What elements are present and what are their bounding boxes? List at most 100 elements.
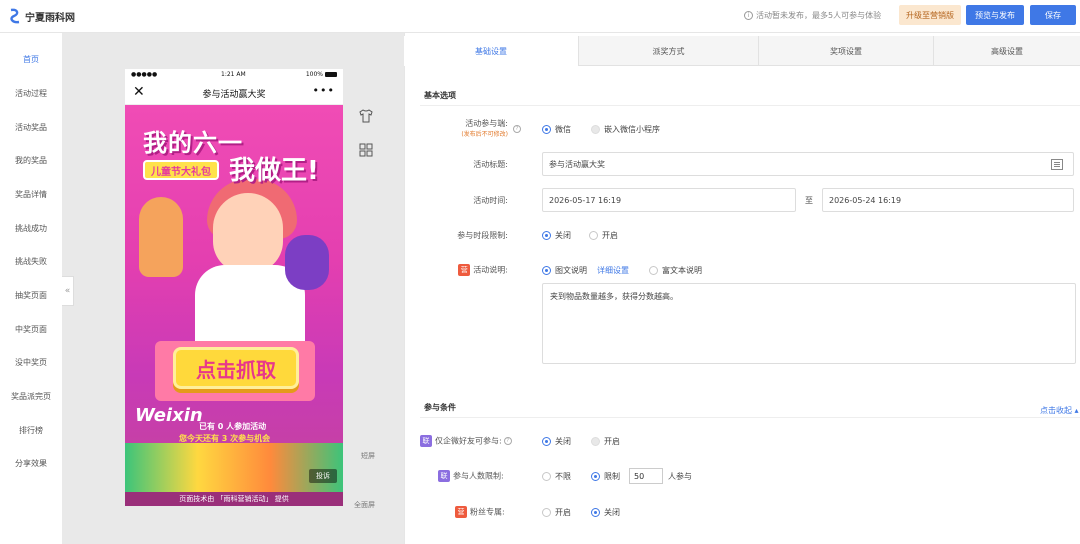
sidebar-item-process[interactable]: 活动过程 [0, 88, 62, 99]
participants-text: 已有 0 人参加活动 [199, 422, 267, 431]
time-separator: 至 [805, 196, 813, 205]
sidebar-item-fail[interactable]: 挑战失败 [0, 256, 62, 267]
title-input[interactable]: 参与活动赢大奖 [542, 152, 1074, 176]
tab-advanced[interactable]: 高级设置 [934, 36, 1080, 66]
full-screen-label[interactable]: 全面屏 [354, 500, 375, 510]
start-time-input[interactable]: 2026-05-17 16:19 [542, 188, 796, 212]
radio-on-icon [542, 125, 551, 134]
phone-page-title: 参与活动赢大奖 [202, 90, 266, 100]
sidebar-item-success[interactable]: 挑战成功 [0, 223, 62, 234]
period-on-text: 开启 [602, 231, 618, 240]
poster-headline-1: 我的六一 [143, 129, 243, 157]
sidebar-item-ranking[interactable]: 排行榜 [0, 425, 62, 436]
desc-textarea[interactable]: 夹到物品数量越多，获得分数越高。 [542, 283, 1076, 364]
more-icon[interactable]: ••• [313, 84, 335, 97]
help-icon[interactable]: ? [503, 437, 512, 445]
people-unit: 人参与 [668, 472, 692, 481]
divider [420, 417, 1080, 418]
people-unlimited-radio[interactable]: 不限 [542, 471, 571, 482]
fans-on-text: 开启 [555, 508, 571, 517]
top-bar: 宁夏雨科网 i 活动暂未发布，最多5人可参与体验 升级至营销版 预览与发布 保存 [0, 0, 1080, 33]
people-label: 联参与人数限制: [438, 470, 518, 482]
people-limit-radio[interactable]: 限制 [591, 471, 620, 482]
desc-opt2-text: 富文本说明 [662, 266, 702, 275]
phone-navbar: ✕ 参与活动赢大奖 ••• [125, 81, 343, 105]
upgrade-button[interactable]: 升级至营销版 [899, 5, 961, 25]
desc-graphic-radio[interactable]: 图文说明 [542, 265, 587, 276]
platform-opt1-text: 微信 [555, 125, 571, 134]
poster-bag [285, 235, 329, 290]
collapse-link[interactable]: 点击收起 ▴ [1040, 405, 1079, 416]
divider [420, 105, 1080, 106]
grab-button[interactable]: 点击抓取 [173, 347, 299, 389]
sidebar-collapse-button[interactable]: « [62, 276, 74, 306]
radio-off-icon [542, 472, 551, 481]
save-button[interactable]: 保存 [1030, 5, 1076, 25]
radio-off-icon [542, 508, 551, 517]
tab-prize-settings[interactable]: 奖项设置 [759, 36, 934, 66]
platform-label-text: 活动参与端: [465, 119, 508, 128]
logo: 宁夏雨科网 [8, 8, 75, 24]
signal-dots: ●●●●● [131, 71, 158, 78]
poster-gift-badge: 儿童节大礼包 [143, 160, 219, 180]
fans-on-radio[interactable]: 开启 [542, 507, 571, 518]
lian-tag: 联 [438, 470, 450, 482]
radio-on-icon [591, 508, 600, 517]
sidebar-item-prizes[interactable]: 活动奖品 [0, 122, 62, 133]
phone-preview: ●●●●● 1:21 AM 100% ✕ 参与活动赢大奖 ••• 我的六一 我做… [125, 69, 343, 506]
period-on-radio[interactable]: 开启 [589, 230, 618, 241]
detail-settings-link[interactable]: 详细设置 [597, 265, 629, 276]
qrcode-icon[interactable] [358, 142, 374, 158]
period-off-radio[interactable]: 关闭 [542, 230, 571, 241]
sidebar-item-my-prizes[interactable]: 我的奖品 [0, 155, 62, 166]
people-limit-input[interactable]: 50 [629, 468, 663, 484]
sidebar-item-sold-out[interactable]: 奖品派完页 [0, 391, 62, 402]
desc-label: 营活动说明: [430, 264, 508, 276]
wecom-off-radio[interactable]: 关闭 [542, 436, 571, 447]
complain-button[interactable]: 投诉 [309, 469, 337, 483]
fans-off-radio[interactable]: 关闭 [591, 507, 620, 518]
tab-basic[interactable]: 基础设置 [404, 36, 579, 66]
notice-text: 活动暂未发布，最多5人可参与体验 [756, 11, 882, 20]
sidebar-item-win[interactable]: 中奖页面 [0, 324, 62, 335]
status-time: 1:21 AM [221, 71, 246, 78]
poster-brand-script: Weixin [135, 405, 203, 426]
sidebar-item-home[interactable]: 首页 [0, 54, 62, 65]
theme-shirt-icon[interactable] [358, 108, 374, 124]
platform-opt2-text: 嵌入微信小程序 [604, 125, 660, 134]
radio-on-icon [542, 266, 551, 275]
publish-notice: i 活动暂未发布，最多5人可参与体验 [744, 10, 881, 21]
help-icon[interactable]: ? [513, 125, 521, 133]
title-label: 活动标题: [473, 160, 508, 169]
wecom-on-radio[interactable]: 开启 [591, 436, 620, 447]
period-label: 参与时段限制: [457, 231, 508, 240]
battery-text: 100% [305, 71, 323, 78]
wecom-label-text: 仅企微好友可参与: [435, 436, 502, 446]
section-conditions-title: 参与条件 [424, 403, 456, 412]
campaign-poster: 我的六一 我做王! 儿童节大礼包 点击抓取 Weixin 已有 0 人参加活动 … [125, 105, 343, 492]
sidebar-item-share[interactable]: 分享效果 [0, 458, 62, 469]
lian-tag: 联 [420, 435, 432, 447]
desc-richtext-radio[interactable]: 富文本说明 [649, 265, 702, 276]
chances-text: 您今天还有 3 次参与机会 [179, 434, 271, 443]
platform-label: 活动参与端: (发布后不可修改) [430, 118, 508, 138]
platform-miniprogram-radio[interactable]: 嵌入微信小程序 [591, 124, 660, 135]
sidebar-item-lottery[interactable]: 抽奖页面 [0, 290, 62, 301]
sidebar-item-prize-detail[interactable]: 奖品详情 [0, 189, 62, 200]
desc-label-text: 活动说明: [473, 265, 508, 275]
short-screen-label[interactable]: 短屏 [361, 451, 375, 461]
marketing-tag: 营 [458, 264, 471, 276]
preview-publish-button[interactable]: 预览与发布 [966, 5, 1024, 25]
battery: 100% [306, 71, 337, 78]
platform-sub: (发布后不可修改) [461, 131, 508, 138]
platform-wechat-radio[interactable]: 微信 [542, 124, 571, 135]
poster-boy [139, 197, 183, 277]
status-bar: ●●●●● 1:21 AM 100% [125, 69, 343, 81]
tab-distribution[interactable]: 派奖方式 [579, 36, 759, 66]
people-opt2-text: 限制 [604, 472, 620, 481]
end-time-input[interactable]: 2026-05-24 16:19 [822, 188, 1074, 212]
text-format-icon[interactable] [1051, 159, 1063, 170]
sidebar-item-no-win[interactable]: 没中奖页 [0, 357, 62, 368]
radio-disabled-icon [591, 125, 600, 134]
radio-disabled-icon [591, 437, 600, 446]
